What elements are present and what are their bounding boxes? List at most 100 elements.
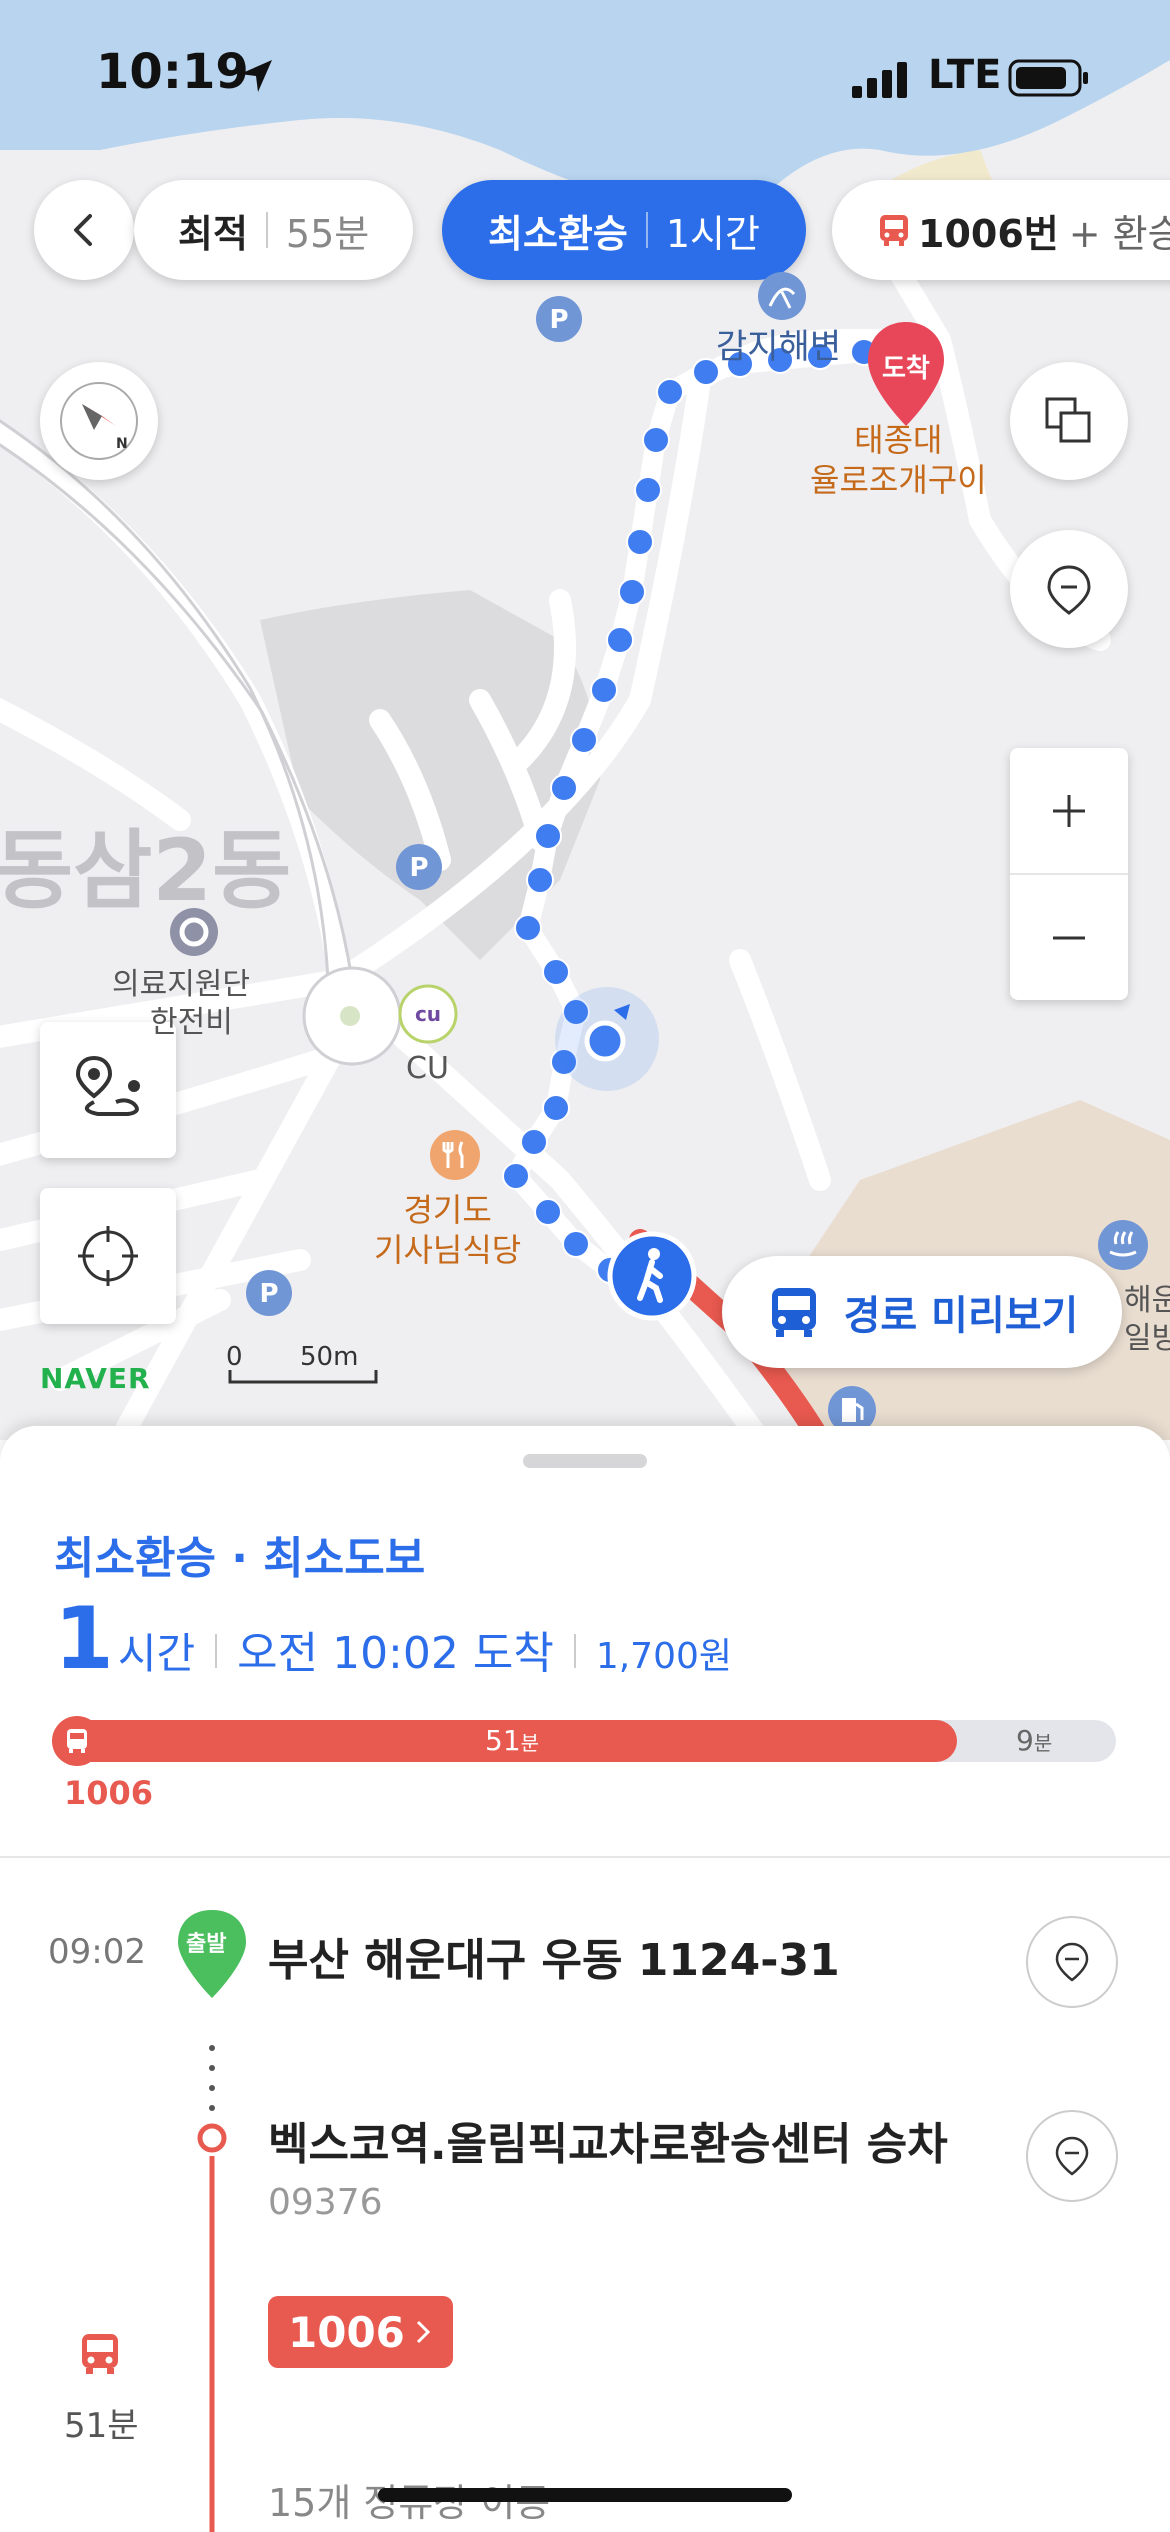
battery-icon (1008, 59, 1088, 97)
depart-time: 09:02 (48, 1932, 146, 1972)
section-divider (0, 1856, 1170, 1858)
back-button[interactable] (34, 180, 134, 280)
area-label: 동삼2동 (0, 821, 292, 921)
svg-text:N: N (116, 436, 128, 452)
parking-icon: P (246, 1270, 292, 1316)
network-type: LTE (928, 52, 1002, 98)
bus-icon (771, 1288, 816, 1337)
svg-text:P: P (409, 853, 428, 883)
depart-location-button[interactable] (1026, 1916, 1118, 2008)
walk-path-dot (634, 476, 662, 504)
route-preview-label: 경로 미리보기 (843, 1293, 1079, 1339)
bus-segment-icon (52, 1716, 102, 1766)
sheet-handle[interactable] (523, 1454, 647, 1468)
route-mode-button[interactable] (40, 1022, 176, 1158)
walk-path-dot (514, 914, 542, 942)
fare: 1,700원 (595, 1636, 733, 1677)
tab-bus-extra: + 환승 (1068, 211, 1170, 256)
tab-optimal[interactable]: 최적 55분 (134, 180, 414, 280)
route-preview-button[interactable]: 경로 미리보기 (722, 1256, 1122, 1368)
zoom-out-button[interactable] (1010, 875, 1128, 1000)
walk-mode-icon[interactable] (606, 1230, 698, 1322)
cu-store-icon: cu (398, 984, 458, 1044)
walk-path-dot (526, 866, 554, 894)
svg-text:cu: cu (415, 1002, 441, 1026)
bus-minutes: 51 (485, 1724, 521, 1757)
layers-icon (1045, 397, 1091, 443)
walk-minutes-label: 9분 (1016, 1724, 1052, 1757)
spa-label-1: 해운 (1124, 1283, 1170, 1318)
restaurant-label: 경기도 기사님식당 (374, 1191, 522, 1269)
tab-min-transfer-time: 1시간 (665, 211, 760, 256)
depart-address: 부산 해운대구 우동 1124-31 (268, 1935, 840, 1986)
hot-spring-icon (1098, 1220, 1148, 1270)
tab-separator (645, 212, 648, 248)
walk-path-dot (502, 1162, 530, 1190)
route-type-label: 최소환승 · 최소도보 (54, 1533, 426, 1584)
walk-path-dot (618, 578, 646, 606)
crosshair-icon (78, 1226, 138, 1286)
spa-label-2: 일방 (1124, 1321, 1170, 1356)
walk-path-dot (542, 958, 570, 986)
home-indicator[interactable] (378, 2488, 792, 2502)
plus-icon (1053, 794, 1085, 827)
location-arrow-icon (240, 60, 272, 92)
parking-icon: P (536, 296, 582, 342)
board-stop-location-button[interactable] (1026, 2110, 1118, 2202)
restaurant-icon (430, 1130, 480, 1180)
walk-path-dot (590, 676, 618, 704)
tab-optimal-time: 55분 (285, 211, 370, 256)
tab-bus-label: 1006번 (918, 211, 1059, 256)
route-summary: 1 시간 오전 10:02 도착 1,700원 (54, 1596, 732, 1682)
medical-label-2: 한전비 (150, 1005, 233, 1040)
bus-minutes-unit: 분 (520, 1731, 540, 1755)
map-pin-outline-icon (1055, 1942, 1089, 1982)
tab-optimal-label: 최적 (178, 211, 248, 256)
zoom-control (1010, 748, 1128, 1000)
medical-icon (170, 908, 218, 956)
bus-icon (67, 1729, 87, 1753)
bus-icon (82, 2334, 118, 2374)
svg-text:P: P (549, 305, 568, 335)
scale-distance: 50m (300, 1342, 359, 1372)
depart-badge: 출발 (186, 1932, 227, 1957)
walk-path-dot (656, 378, 684, 406)
tab-bus-1006[interactable]: 1006번 + 환승 (832, 180, 1170, 280)
map-pin-outline-icon (1047, 565, 1091, 615)
walk-minutes-unit: 분 (1033, 1731, 1053, 1755)
duration-unit: 시간 (117, 1629, 196, 1678)
status-time: 10:19 (96, 44, 249, 100)
bus-route-badge[interactable]: 1006 (268, 2296, 453, 2368)
walk-path-dot (570, 726, 598, 754)
duration-number: 1 (54, 1589, 114, 1689)
pin-toggle-button[interactable] (1010, 530, 1128, 648)
current-location-button[interactable] (40, 1188, 176, 1324)
tab-min-transfer[interactable]: 최소환승 1시간 (442, 180, 806, 280)
compass-button[interactable]: N (40, 362, 158, 480)
summary-separator (573, 1634, 576, 1668)
tab-min-transfer-label: 최소환승 (488, 211, 628, 256)
walk-path-dot (534, 1198, 562, 1226)
route-detail-sheet[interactable]: 최소환승 · 최소도보 1 시간 오전 10:02 도착 1,700원 51분 … (0, 1426, 1170, 2532)
medical-label: 의료지원단 (112, 967, 250, 1002)
route-timeline-bar: 51분 9분 (52, 1716, 1116, 1766)
walk-path-dot (562, 1230, 590, 1258)
bus-icon (880, 215, 908, 246)
current-location-marker (555, 987, 659, 1091)
signal-icon (852, 62, 907, 98)
zoom-in-button[interactable] (1010, 748, 1128, 875)
chevron-right-icon (416, 2320, 431, 2344)
destination-marker-label: 도착 (882, 354, 930, 384)
walk-path-dot (606, 626, 634, 654)
map-view[interactable]: 10:19 LTE 최적 55분 최소환승 1시간 1006번 + 환승 N 동… (0, 0, 1170, 1440)
compass-icon: N (60, 382, 138, 460)
board-stop-name[interactable]: 벡스코역.올림픽교차로환승센터 승차 (268, 2108, 948, 2172)
summary-separator (215, 1634, 218, 1668)
layers-button[interactable] (1010, 362, 1128, 480)
chevron-left-icon (74, 214, 92, 246)
walk-minutes: 9 (1016, 1724, 1034, 1757)
bus-route-number: 1006 (288, 2307, 405, 2357)
walk-path-dot (642, 426, 670, 454)
board-stop-id: 09376 (268, 2182, 383, 2223)
scale-zero: 0 (226, 1342, 243, 1372)
